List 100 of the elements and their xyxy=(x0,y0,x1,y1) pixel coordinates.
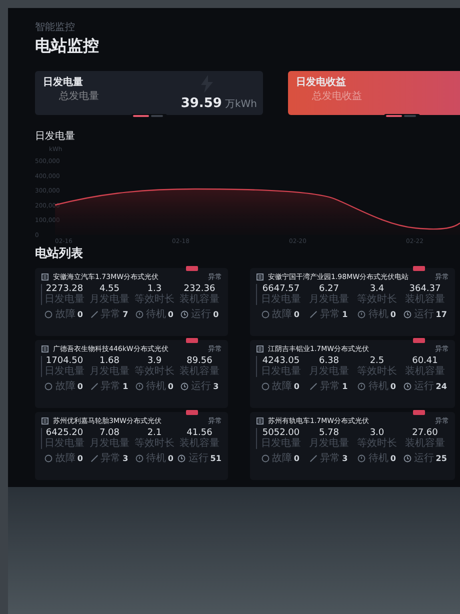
metric-label: 等效时长 xyxy=(134,438,176,449)
metric-value: 364.37 xyxy=(409,284,442,294)
metric-value: 3.0 xyxy=(368,428,384,438)
clock-icon xyxy=(402,454,412,462)
metric-label: 等效时长 xyxy=(134,366,176,377)
clock-icon xyxy=(180,382,190,390)
metric-value: 1.3 xyxy=(146,284,162,294)
metric-value: 2.5 xyxy=(368,356,384,366)
status-label: 待机 xyxy=(368,308,388,321)
metric-value: 2.1 xyxy=(146,428,162,438)
status-label: 运行 xyxy=(188,452,208,465)
clock-icon xyxy=(180,310,190,318)
metric-value: 3.4 xyxy=(368,284,384,294)
status-count: 3 xyxy=(213,382,219,390)
metric-value: 6.38 xyxy=(318,356,340,366)
status-label: 运行 xyxy=(191,380,212,393)
circle-icon xyxy=(44,382,54,390)
power-icon xyxy=(357,310,366,318)
status-count: 3 xyxy=(122,454,128,462)
status-label: 运行 xyxy=(414,452,434,465)
section-title: 电站列表 xyxy=(35,245,84,262)
status-label: 待机 xyxy=(146,308,166,321)
tag-icon xyxy=(413,410,425,415)
status-label: 故障 xyxy=(55,308,76,321)
metric-label: 月发电量 xyxy=(88,438,130,449)
metric-label: 装机容量 xyxy=(404,438,446,449)
slash-icon xyxy=(90,454,99,462)
metric-label: 装机容量 xyxy=(178,438,220,449)
metric-label: 月发电量 xyxy=(308,294,350,305)
circle-icon xyxy=(44,310,54,318)
status-count: 1 xyxy=(122,382,128,390)
metric-value: 1704.50 xyxy=(44,356,84,366)
metric-label: 日发电量 xyxy=(44,366,86,377)
status-count: 0 xyxy=(390,310,396,318)
metric-label: 装机容量 xyxy=(404,366,446,377)
metric-value: 6425.20 xyxy=(44,428,84,438)
status-count: 0 xyxy=(77,310,83,318)
status-count: 0 xyxy=(390,454,396,462)
circle-icon xyxy=(260,382,270,390)
metric-label: 装机容量 xyxy=(178,366,220,377)
building-icon xyxy=(256,273,264,281)
metric-label: 日发电量 xyxy=(260,366,302,377)
status-label: 运行 xyxy=(191,308,212,321)
power-icon xyxy=(357,454,366,462)
slash-icon xyxy=(309,382,318,390)
status-count: 0 xyxy=(77,454,83,462)
clock-icon xyxy=(402,382,412,390)
status-count: 0 xyxy=(213,310,219,318)
status-label: 异常 xyxy=(100,452,121,465)
clock-icon xyxy=(402,310,412,318)
metric-label: 月发电量 xyxy=(308,366,350,377)
status-label: 故障 xyxy=(272,452,292,465)
status-label: 待机 xyxy=(368,380,388,393)
metric-value: 3.9 xyxy=(146,356,162,366)
status-count: 0 xyxy=(168,310,174,318)
metric-label: 日发电量 xyxy=(44,438,86,449)
metric-label: 日发电量 xyxy=(260,294,302,305)
status-label: 待机 xyxy=(146,380,166,393)
circle-icon xyxy=(260,310,270,318)
building-icon xyxy=(41,417,49,425)
status-count: 0 xyxy=(77,382,83,390)
metric-label: 等效时长 xyxy=(356,294,398,305)
building-icon xyxy=(41,273,49,281)
metric-value: 232.36 xyxy=(184,284,216,294)
chart-title: 日发电量 xyxy=(35,130,76,143)
metric-label: 月发电量 xyxy=(88,294,130,305)
status-label: 故障 xyxy=(55,452,76,465)
power-icon xyxy=(134,382,144,390)
status-label: 运行 xyxy=(414,308,434,321)
power-icon xyxy=(134,454,144,462)
metric-value: 2273.28 xyxy=(44,284,84,294)
metric-label: 等效时长 xyxy=(134,294,176,305)
tag-icon xyxy=(413,266,425,271)
stat-sublabel: 总发电量 xyxy=(59,90,99,103)
breadcrumb: 智能监控 xyxy=(35,20,76,34)
pager-icon xyxy=(384,114,420,118)
slash-icon xyxy=(90,310,99,318)
circle-icon xyxy=(260,454,270,462)
status-count: 3 xyxy=(342,454,348,462)
tag-icon xyxy=(186,410,198,415)
metric-value: 27.60 xyxy=(412,428,439,438)
page-title: 电站监控 xyxy=(35,36,100,57)
metric-value: 5.78 xyxy=(318,428,340,438)
status-count: 0 xyxy=(294,382,300,390)
metric-value: 41.56 xyxy=(186,428,214,438)
slash-icon xyxy=(90,382,99,390)
power-icon xyxy=(357,382,366,390)
stat-sublabel: 总发电收益 xyxy=(312,90,362,103)
status-count: 17 xyxy=(436,310,447,318)
metric-label: 日发电量 xyxy=(260,438,302,449)
power-icon xyxy=(134,310,144,318)
building-icon xyxy=(41,345,49,353)
stat-unit: 万kWh xyxy=(224,98,257,111)
stat-value: 39.59 xyxy=(180,96,222,111)
status-count: 0 xyxy=(294,310,300,318)
status-count: 1 xyxy=(342,310,348,318)
circle-icon xyxy=(44,454,54,462)
status-label: 异常 xyxy=(100,380,121,393)
metric-value: 5052.00 xyxy=(261,428,301,438)
status-label: 异常 xyxy=(320,452,340,465)
